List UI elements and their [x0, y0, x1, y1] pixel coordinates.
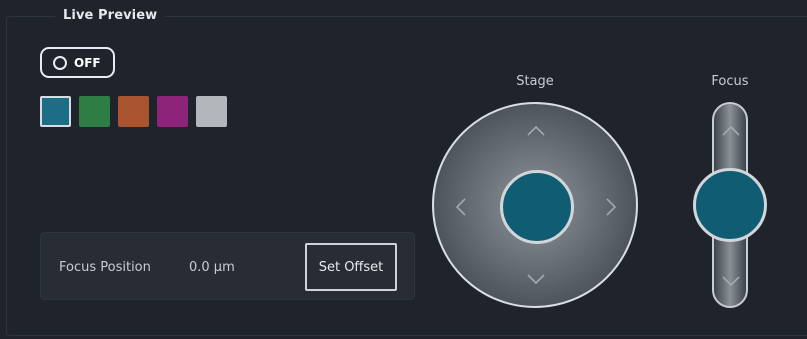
chevron-left-icon[interactable] — [456, 198, 466, 216]
focus-position-label: Focus Position — [59, 260, 151, 275]
swatch-teal[interactable] — [40, 96, 71, 127]
swatch-magenta[interactable] — [157, 96, 188, 127]
focus-position-box: Focus Position 0.0 µm Set Offset — [40, 232, 415, 300]
chevron-up-icon[interactable] — [527, 126, 545, 136]
chevron-up-icon[interactable] — [722, 126, 740, 136]
chevron-down-icon[interactable] — [527, 274, 545, 284]
set-offset-button[interactable]: Set Offset — [305, 243, 397, 291]
live-preview-window: Live Preview OFF Focus Position 0.0 µm S… — [0, 0, 807, 339]
toggle-label: OFF — [74, 55, 101, 70]
focus-slider-knob[interactable] — [693, 168, 767, 242]
swatch-gray[interactable] — [196, 96, 227, 127]
live-preview-toggle[interactable]: OFF — [40, 47, 115, 78]
focus-label: Focus — [711, 74, 749, 89]
toggle-circle-icon — [53, 55, 67, 70]
stage-joystick-knob[interactable] — [500, 170, 574, 244]
color-swatches — [40, 96, 227, 127]
chevron-down-icon[interactable] — [722, 276, 740, 286]
swatch-orange[interactable] — [118, 96, 149, 127]
stage-label: Stage — [516, 74, 554, 89]
stage-joystick[interactable] — [432, 102, 638, 308]
panel-title: Live Preview — [55, 8, 166, 23]
focus-position-value: 0.0 µm — [189, 260, 235, 275]
swatch-green[interactable] — [79, 96, 110, 127]
chevron-right-icon[interactable] — [606, 198, 616, 216]
